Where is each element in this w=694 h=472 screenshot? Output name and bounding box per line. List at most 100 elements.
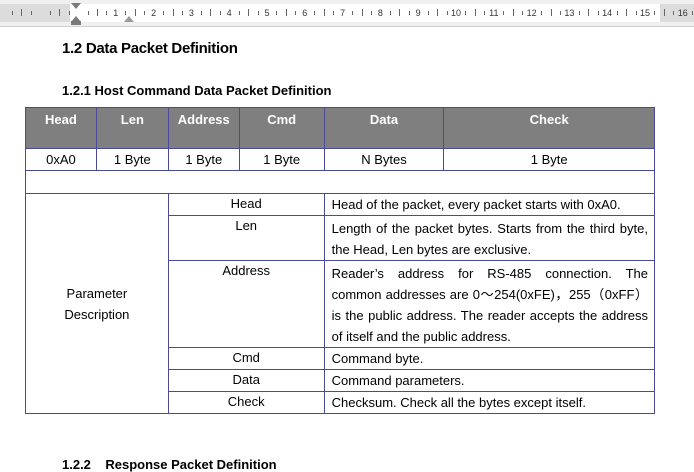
ruler-tick [352, 11, 353, 15]
ruler-tick [11, 11, 13, 15]
ruler-tick [361, 9, 363, 16]
param-name-cell: Address [167, 260, 325, 348]
header-cell-data: Data [323, 107, 445, 149]
param-desc-cell: Head of the packet, every packet starts … [323, 193, 656, 216]
ruler-tick [673, 11, 675, 15]
header-cell-check: Check [443, 107, 655, 149]
ruler-tick [314, 11, 316, 15]
ruler-number: 10 [450, 8, 462, 18]
ruler-tick [616, 11, 618, 15]
ruler-tick [635, 11, 637, 15]
ruler-tick [465, 11, 467, 15]
param-desc-cell: Checksum. Check all the bytes except its… [323, 391, 656, 414]
ruler-tick [484, 11, 486, 15]
ruler-tick [437, 9, 439, 16]
first-line-indent-marker[interactable] [71, 3, 81, 9]
param-name-cell: Head [167, 193, 325, 216]
ruler-tick [578, 11, 580, 15]
section-heading: 1.2 Data Packet Definition [62, 40, 238, 57]
ruler-tick [626, 9, 628, 16]
ruler-tick [512, 9, 514, 16]
ruler-tick [49, 11, 51, 15]
ruler-tick [285, 9, 287, 16]
next-subsection-heading: 1.2.2 Response Packet Definition [62, 457, 277, 472]
param-desc-cell: Command byte. [323, 347, 656, 370]
value-cell-head: 0xA0 [25, 148, 97, 171]
value-cell-data: N Bytes [323, 148, 445, 171]
value-cell-check: 1 Byte [443, 148, 655, 171]
ruler-tick [30, 11, 32, 15]
param-name-cell: Data [167, 369, 325, 392]
header-cell-head: Head [25, 107, 97, 149]
ruler-tick [200, 11, 202, 15]
ruler-tick [323, 9, 325, 16]
ruler-number: 13 [564, 8, 575, 18]
host-command-packet-table: Head Len Address Cmd Data Check 0xA0 1 B… [25, 107, 656, 414]
ruler-tick [408, 11, 410, 15]
ruler-tick [21, 9, 23, 16]
ruler-tick [87, 11, 89, 15]
value-cell-address: 1 Byte [167, 148, 240, 171]
ruler-number: 15 [639, 8, 651, 18]
ruler-tick [276, 11, 278, 15]
header-cell-cmd: Cmd [238, 107, 325, 149]
horizontal-ruler[interactable]: 1 2 3 4 5 6 7 8 9 10 11 12 13 14 15 16 [0, 0, 694, 27]
ruler-tick [550, 9, 552, 16]
param-desc-cell: Length of the packet bytes. Starts from … [323, 215, 656, 261]
ruler-number: 4 [226, 8, 232, 18]
param-name-cell: Check [167, 391, 325, 414]
value-cell-cmd: 1 Byte [238, 148, 325, 171]
ruler-tick [248, 9, 250, 16]
value-cell-len: 1 Byte [95, 148, 169, 171]
table-header-row: Head Len Address Cmd Data Check [25, 107, 655, 149]
ruler-tick [68, 11, 70, 15]
ruler-tick [257, 11, 259, 15]
ruler-tick [181, 11, 183, 15]
ruler-tick [692, 11, 694, 15]
ruler-tick [522, 11, 524, 15]
ruler-tick [163, 11, 165, 15]
ruler-number: 14 [602, 8, 613, 18]
ruler-tick [588, 9, 590, 16]
ruler-tick [663, 9, 665, 16]
ruler-tick [541, 11, 542, 15]
ruler-tick [333, 11, 335, 15]
ruler-tick [59, 9, 61, 16]
ruler-tick [654, 11, 656, 15]
ruler-number: 11 [489, 8, 499, 18]
ruler-number: 6 [302, 8, 308, 18]
param-label-line1: Parameter [66, 285, 128, 301]
ruler-tick [125, 11, 127, 15]
ruler-number: 3 [188, 8, 194, 18]
subsection-heading: 1.2.1 Host Command Data Packet Definitio… [62, 83, 332, 98]
ruler-tick [96, 9, 98, 16]
ruler-number: 1 [113, 8, 119, 18]
blank-cell [25, 170, 655, 194]
ruler-tick [106, 11, 108, 15]
left-indent-marker[interactable] [71, 21, 81, 25]
header-cell-address: Address [167, 107, 240, 149]
ruler-tick [446, 11, 448, 15]
param-row: Parameter Description Head Head of the p… [25, 193, 656, 414]
tab-stop-marker[interactable] [124, 16, 134, 22]
ruler-tick [295, 11, 297, 15]
table-value-row: 0xA0 1 Byte 1 Byte 1 Byte N Bytes 1 Byte [25, 148, 655, 171]
ruler-tick [210, 9, 212, 16]
param-label-line2: Description [64, 306, 130, 322]
ruler-tick [238, 11, 240, 15]
ruler-number: 9 [415, 8, 421, 18]
parameter-description-label: Parameter Description [25, 193, 169, 414]
param-desc-cell: Command parameters. [323, 369, 656, 392]
param-name-cell: Cmd [167, 347, 325, 370]
ruler-track [0, 4, 694, 22]
ruler-number: 12 [526, 8, 537, 18]
ruler-number: 2 [151, 8, 157, 18]
ruler-tick [427, 11, 429, 15]
ruler-tick [144, 11, 146, 15]
ruler-tick [474, 9, 476, 16]
header-cell-len: Len [95, 107, 169, 149]
ruler-number: 7 [340, 8, 346, 18]
ruler-tick [370, 11, 372, 15]
ruler-number: 16 [677, 8, 688, 18]
ruler-tick [389, 11, 391, 15]
